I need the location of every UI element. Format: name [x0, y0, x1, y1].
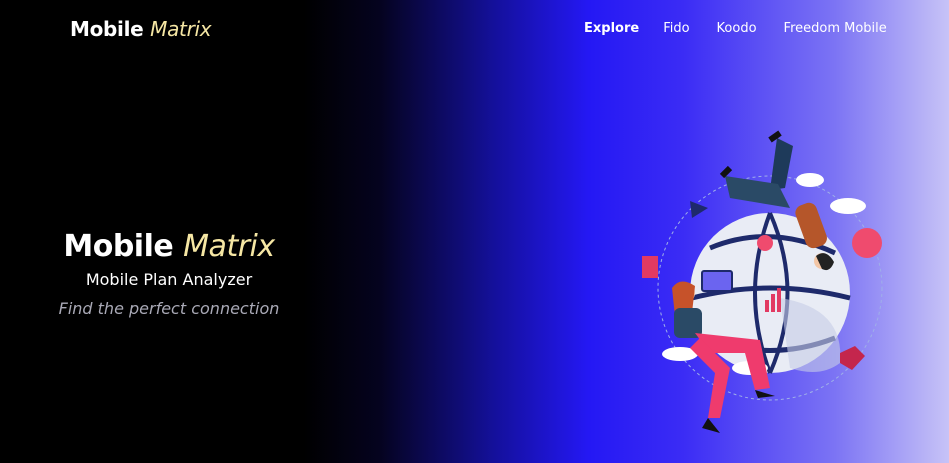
- nav-item-explore[interactable]: Explore: [584, 21, 639, 36]
- nav-item-freedom-mobile[interactable]: Freedom Mobile: [784, 21, 887, 36]
- brand-logo[interactable]: Mobile Matrix: [70, 17, 212, 41]
- hero-title: Mobile Matrix: [58, 228, 280, 266]
- hero-text: Mobile Matrix Mobile Plan Analyzer Find …: [58, 228, 280, 318]
- brand-name: Mobile: [70, 17, 144, 41]
- nav-item-fido[interactable]: Fido: [663, 21, 689, 36]
- hero-section: Mobile Matrix Explore Fido Koodo Freedom…: [0, 0, 949, 463]
- globe-people-illustration-icon: [642, 130, 883, 433]
- hero-subtitle: Mobile Plan Analyzer: [85, 270, 253, 289]
- gear-icon: [757, 235, 773, 251]
- bubble-icon: [852, 228, 882, 258]
- chat-icon: [642, 256, 658, 278]
- brand-accent: Matrix: [150, 17, 212, 41]
- nav-item-koodo[interactable]: Koodo: [717, 21, 757, 36]
- hero-tagline: Find the perfect connection: [58, 299, 280, 318]
- box-icon: [840, 346, 865, 370]
- hero-title-main: Mobile: [63, 229, 174, 264]
- triangle-icon: [690, 201, 708, 218]
- laptop-icon: [701, 270, 733, 292]
- hero-title-accent: Matrix: [183, 229, 275, 264]
- main-nav: Explore Fido Koodo Freedom Mobile: [584, 21, 887, 36]
